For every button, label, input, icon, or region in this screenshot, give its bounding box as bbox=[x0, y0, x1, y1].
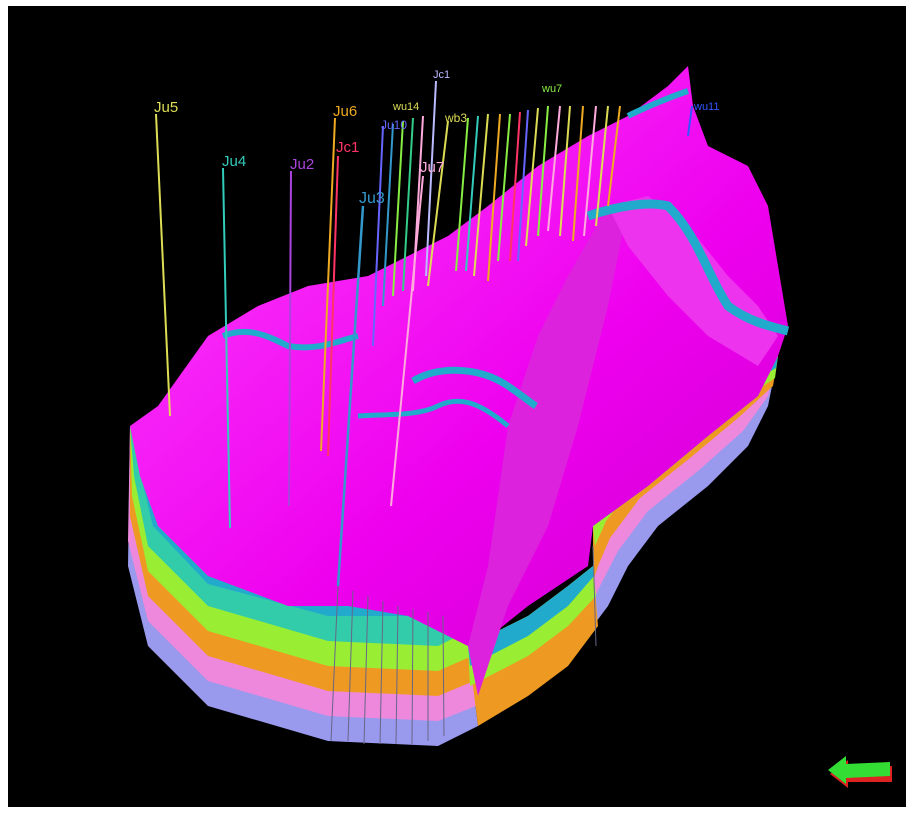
well-label-ju4: Ju4 bbox=[222, 153, 246, 170]
well-label-jc1-far: Jc1 bbox=[433, 69, 450, 81]
well-label-ju5: Ju5 bbox=[154, 99, 178, 116]
well-label-wu7: wu7 bbox=[541, 83, 562, 95]
well-label-wu14: wu14 bbox=[392, 101, 419, 113]
well-ju5[interactable] bbox=[155, 113, 171, 417]
compass-arrow-icon[interactable] bbox=[826, 756, 896, 792]
well-label-jc1: Jc1 bbox=[336, 139, 359, 156]
well-label-ju2: Ju2 bbox=[290, 156, 314, 173]
well-label-wu11: wu11 bbox=[693, 101, 719, 113]
well-label-ju10: Ju10 bbox=[381, 118, 407, 132]
geological-model-scene: Ju5 Ju4 Ju2 Ju6 Jc1 Ju3 Ju7 Jc1 Ju10 wu1… bbox=[128, 66, 790, 746]
well-label-ju3: Ju3 bbox=[359, 190, 385, 207]
well-label-ju6: Ju6 bbox=[333, 103, 357, 120]
3d-model-viewport[interactable]: Ju5 Ju4 Ju2 Ju6 Jc1 Ju3 Ju7 Jc1 Ju10 wu1… bbox=[8, 6, 906, 807]
well-label-ju7: Ju7 bbox=[420, 159, 444, 176]
well-label-wb3: wb3 bbox=[444, 111, 467, 125]
